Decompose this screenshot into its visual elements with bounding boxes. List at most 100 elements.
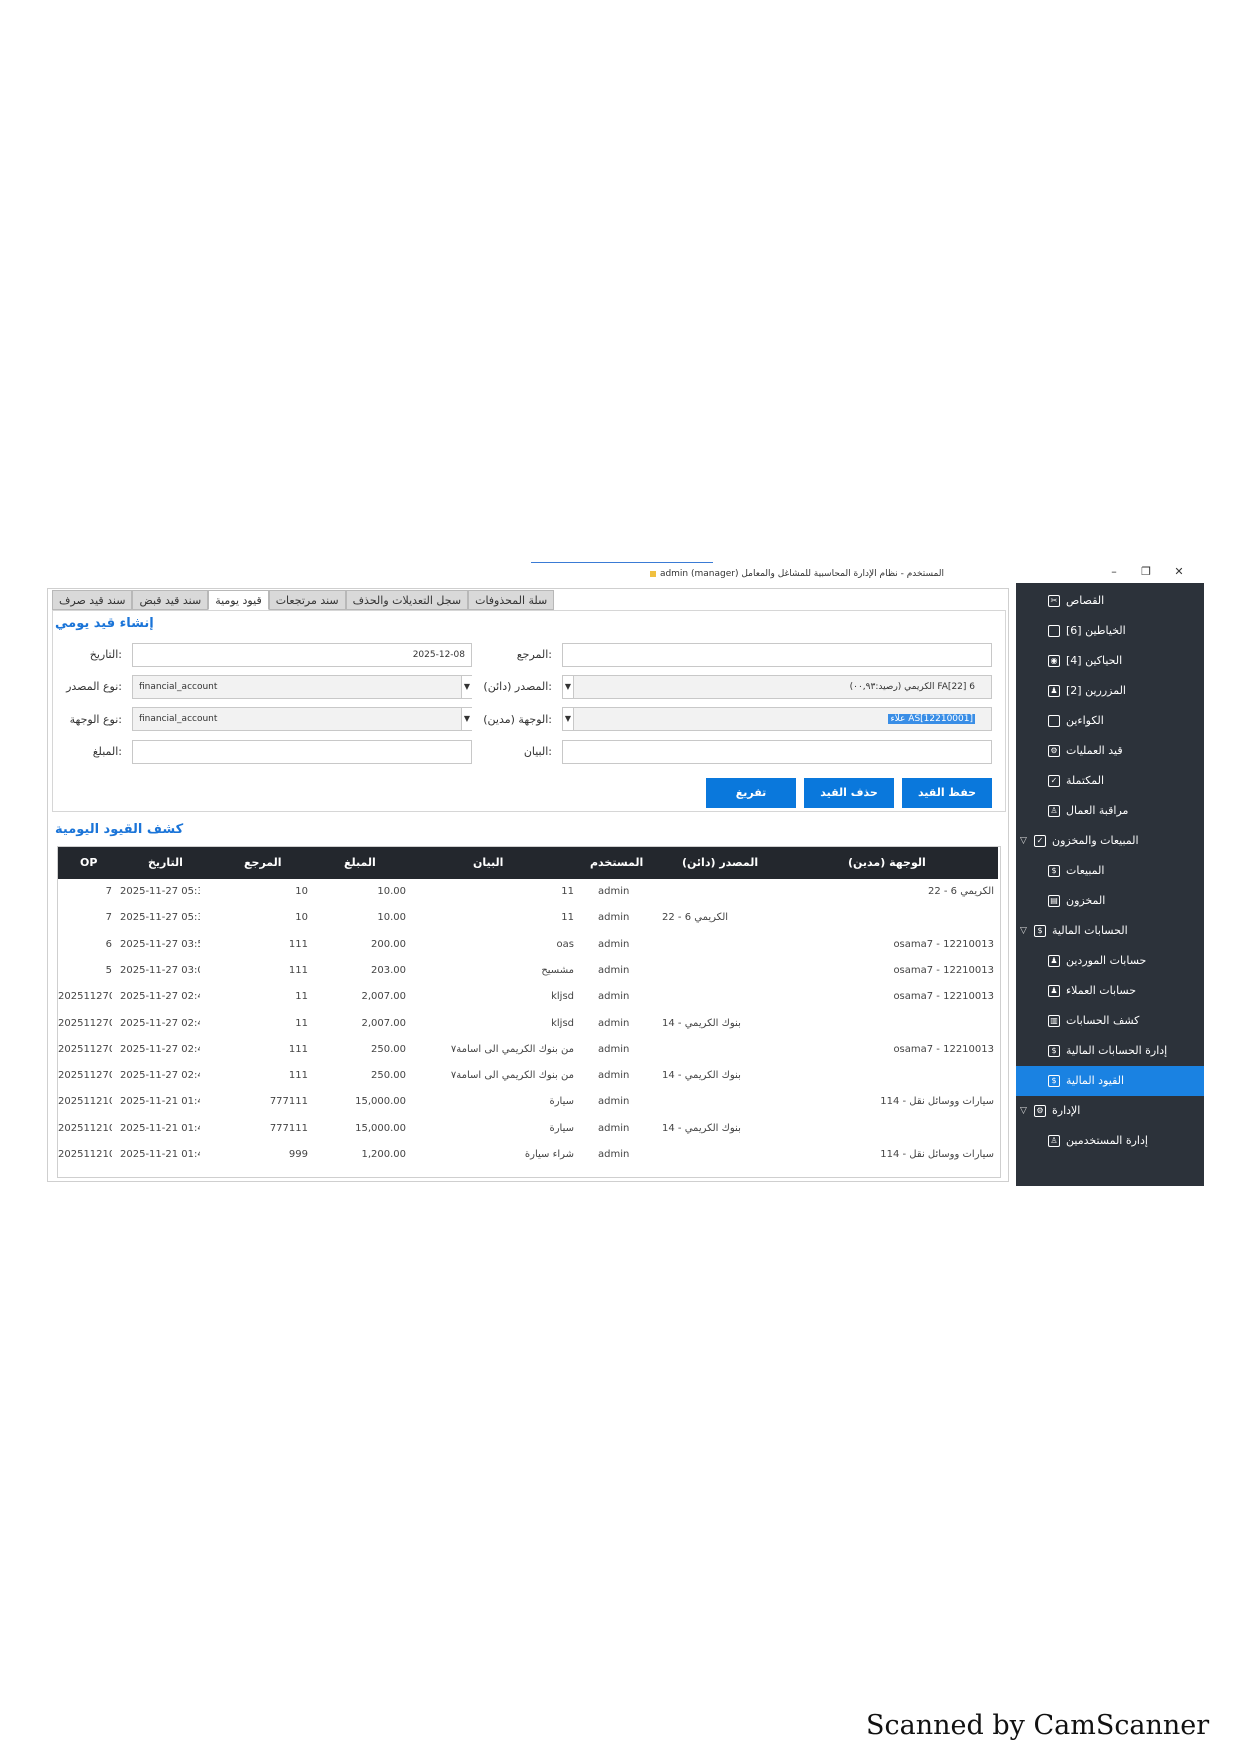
cell-op: 202511210: [58, 1149, 112, 1160]
sidebar-item-14[interactable]: ▥ كشف الحسابات: [1016, 1006, 1204, 1036]
sidebar-item-5[interactable]: ⚙ قيد العمليات: [1016, 736, 1204, 766]
sidebar-item-label: القصاص: [1066, 594, 1105, 607]
sidebar-item-label: المخزون: [1066, 894, 1106, 907]
source-value: FA[22] 6 الكريمي (رصيد:٠٠,٩٣): [849, 682, 975, 692]
minimize-button[interactable]: –: [1106, 565, 1122, 578]
table-row[interactable]: 202511270 2025-11-27 02:4(111 250.00 من بنو…: [58, 1037, 998, 1063]
table-row[interactable]: 7 2025-11-27 05:3(10 10.00 11 admin الكريمي 6…: [58, 905, 998, 931]
tab-edit-log[interactable]: سجل التعديلات والحذف: [345, 590, 469, 610]
cell-date: 2025-11-27 05:3(: [120, 912, 200, 924]
gear-icon: ⚙: [1034, 1105, 1046, 1117]
chevron-down-icon[interactable]: ▽: [1020, 826, 1027, 856]
cell-desc: kljsd: [551, 1017, 574, 1029]
chevron-down-icon[interactable]: ▼: [563, 708, 574, 730]
cell-desc: سيارة: [549, 1096, 574, 1108]
sidebar-item-11[interactable]: ▽ $ الحسابات المالية: [1016, 916, 1204, 946]
sidebar-item-10[interactable]: ▤ المخزون: [1016, 886, 1204, 916]
sidebar-item-15[interactable]: $ إدارة الحسابات المالية: [1016, 1036, 1204, 1066]
cell-dst: 12210013 - osama7: [893, 964, 994, 976]
sidebar-item-18[interactable]: ♙ إدارة المستخدمين: [1016, 1126, 1204, 1156]
cell-op: 7: [105, 912, 112, 924]
scissors-icon: ✂: [1048, 595, 1060, 607]
col-user[interactable]: المستخدم: [590, 847, 643, 879]
table-row[interactable]: 202511270 2025-11-27 02:4? 11 2,007.00 kljsd…: [58, 984, 998, 1010]
sidebar-item-9[interactable]: $ المبيعات: [1016, 856, 1204, 886]
tab-recycle-bin[interactable]: سلة المحذوفات: [468, 590, 555, 610]
tab-payment-voucher[interactable]: سند قيد صرف: [52, 590, 133, 610]
sidebar-item-12[interactable]: ♟ حسابات الموردين: [1016, 946, 1204, 976]
col-ref[interactable]: المرجع: [244, 847, 282, 879]
sidebar-item-16[interactable]: $ القيود المالية: [1016, 1066, 1204, 1096]
sidebar-item-label: الخياطين [6]: [1066, 624, 1126, 637]
col-date[interactable]: التاريخ: [148, 847, 183, 879]
chevron-down-icon[interactable]: ▽: [1020, 916, 1027, 946]
table-row[interactable]: 202511270 2025-11-27 02:4(111 250.00 من بنو…: [58, 1063, 998, 1089]
table-row[interactable]: 6 2025-11-27 03:5(111 200.00 oas admin 122100…: [58, 932, 998, 958]
chart-icon: ▥: [1048, 1015, 1060, 1027]
chevron-down-icon[interactable]: ▽: [1020, 1096, 1027, 1126]
cell-ref: 111: [288, 1070, 308, 1082]
cell-user: admin: [598, 1070, 630, 1082]
cell-amount: 203.00: [371, 964, 406, 976]
cell-ref: 111: [288, 1043, 308, 1055]
col-op[interactable]: OP: [80, 847, 97, 879]
chevron-down-icon[interactable]: ▼: [461, 676, 472, 698]
window-title-bar: المستخدم - نظام الإدارة المحاسبية للمشاغ…: [44, 566, 944, 582]
save-entry-button[interactable]: حفظ القيد: [902, 778, 992, 808]
chevron-down-icon[interactable]: ▼: [563, 676, 574, 698]
destination-type-select[interactable]: financial_account ▼: [132, 707, 472, 731]
table-row[interactable]: 202511210 2025-11-21 01:4(777111 15,000.00…: [58, 1089, 998, 1115]
table-row[interactable]: 202511270 2025-11-27 02:4? 11 2,007.00 kljsd…: [58, 1011, 998, 1037]
description-label: :البيان: [523, 745, 552, 758]
sidebar-item-2[interactable]: ◉ الحياكين [4]: [1016, 646, 1204, 676]
sidebar-item-7[interactable]: ♙ مراقبة العمال: [1016, 796, 1204, 826]
col-description[interactable]: البيان: [473, 847, 503, 879]
destination-select[interactable]: AS[12210001] علاء ▼: [562, 707, 992, 731]
sidebar-item-label: إدارة الحسابات المالية: [1066, 1044, 1168, 1057]
cell-date: 2025-11-27 05:3(: [120, 886, 200, 897]
tab-returns-voucher[interactable]: سند مرتجعات: [268, 590, 346, 610]
col-source[interactable]: المصدر (دائن): [682, 847, 758, 879]
table-row[interactable]: 7 2025-11-27 05:3(10 10.00 11 admin الكريمي 6…: [58, 879, 998, 905]
maximize-button[interactable]: ❐: [1138, 565, 1154, 578]
cell-user: admin: [598, 1096, 630, 1108]
source-type-select[interactable]: financial_account ▼: [132, 675, 472, 699]
table-row[interactable]: 5 2025-11-27 03:0? 111 203.00 مشسيح admin 1221…: [58, 958, 998, 984]
sidebar-item-label: كشف الحسابات: [1066, 1014, 1140, 1027]
col-amount[interactable]: المبلغ: [344, 847, 376, 879]
cell-desc: من بنوك الكريمي الى اسامة٧: [450, 1070, 574, 1082]
sidebar-item-4[interactable]: الكواءين: [1016, 706, 1204, 736]
cell-user: admin: [598, 938, 630, 950]
cell-op: 202511270: [58, 1070, 112, 1082]
table-row[interactable]: 202511210 2025-11-21 01:4(777111 15,000.00…: [58, 1116, 998, 1142]
cell-src: الكريمي 6 - 22: [662, 912, 729, 924]
close-button[interactable]: ✕: [1171, 565, 1187, 578]
date-field[interactable]: 2025-12-08: [132, 643, 472, 667]
sidebar-item-8[interactable]: ▽ ✓ المبيعات والمخزون: [1016, 826, 1204, 856]
tab-receipt-voucher[interactable]: سند قيد قبض: [132, 590, 209, 610]
tab-journal-entries[interactable]: قيود يومية: [208, 590, 269, 610]
destination-type-label: :نوع الوجهة: [69, 713, 122, 726]
money-icon: $: [1048, 1045, 1060, 1057]
sidebar-item-3[interactable]: ♟ المزررين [2]: [1016, 676, 1204, 706]
cell-amount: 2,007.00: [361, 1017, 406, 1029]
box-icon: ▤: [1048, 895, 1060, 907]
amount-field[interactable]: [132, 740, 472, 764]
user-icon: ♙: [1048, 1135, 1060, 1147]
sidebar-item-13[interactable]: ♟ حسابات العملاء: [1016, 976, 1204, 1006]
sidebar-item-1[interactable]: الخياطين [6]: [1016, 616, 1204, 646]
source-select[interactable]: FA[22] 6 الكريمي (رصيد:٠٠,٩٣) ▼: [562, 675, 992, 699]
col-destination[interactable]: الوجهة (مدين): [848, 847, 926, 879]
description-field[interactable]: [562, 740, 992, 764]
sidebar-item-0[interactable]: ✂ القصاص: [1016, 586, 1204, 616]
reference-field[interactable]: [562, 643, 992, 667]
cell-date: 2025-11-27 03:5(: [120, 938, 200, 950]
table-row[interactable]: 202511210 2025-11-21 01:4? 999 1,200.00 شراء…: [58, 1142, 998, 1168]
clear-button[interactable]: تفريغ: [706, 778, 796, 808]
app-icon: [649, 571, 656, 577]
cell-user: admin: [598, 1043, 630, 1055]
sidebar-item-17[interactable]: ▽ ⚙ الإدارة: [1016, 1096, 1204, 1126]
sidebar-item-6[interactable]: ✓ المكتملة: [1016, 766, 1204, 796]
chevron-down-icon[interactable]: ▼: [461, 708, 472, 730]
delete-entry-button[interactable]: حذف القيد: [804, 778, 894, 808]
